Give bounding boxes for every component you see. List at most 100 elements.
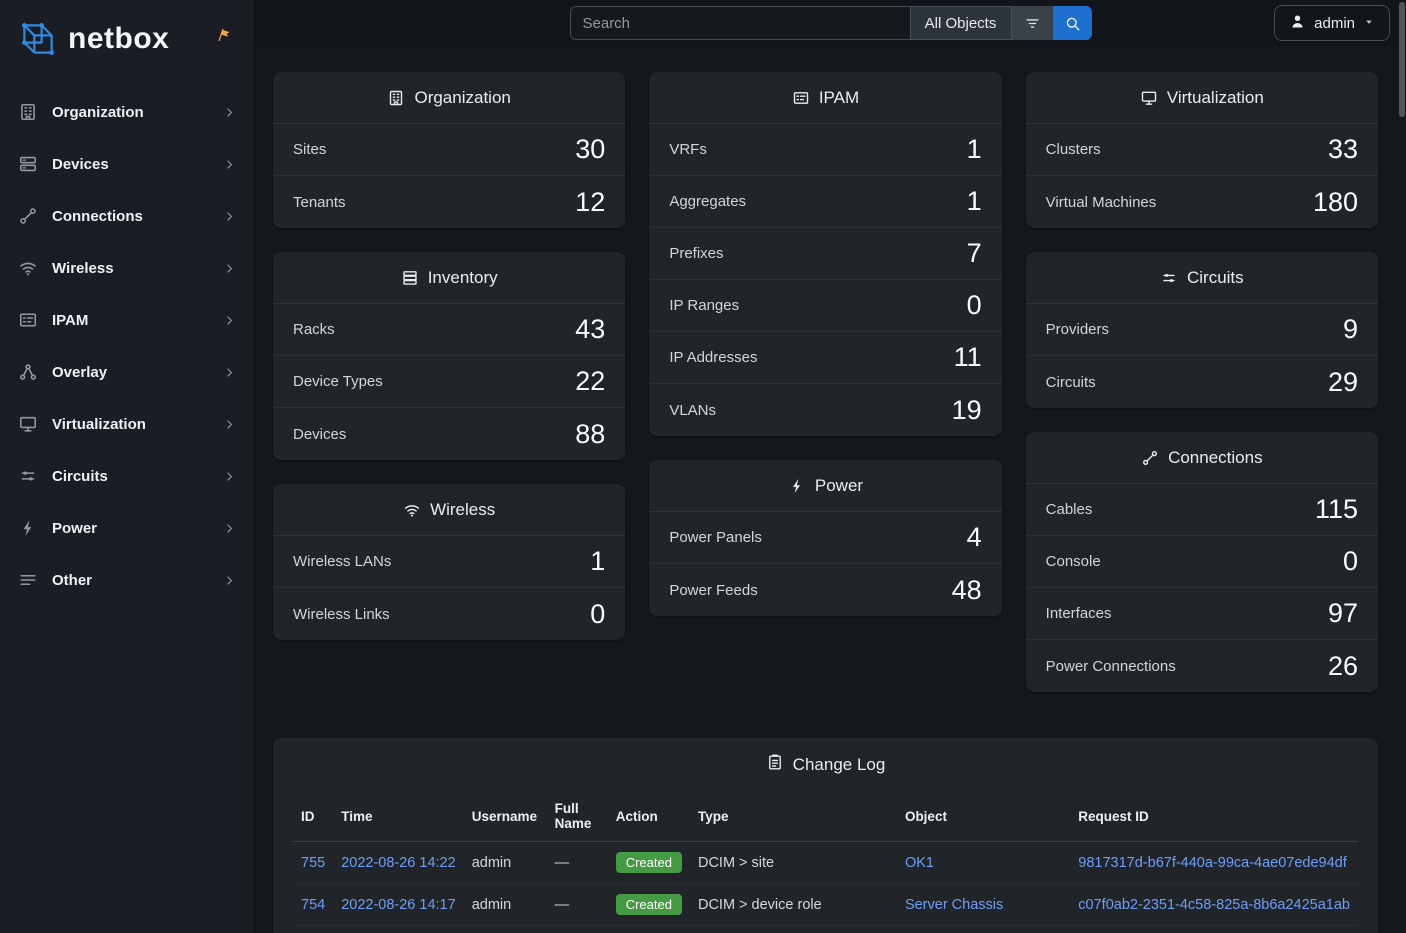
sidebar-item-wireless[interactable]: Wireless (0, 242, 254, 294)
caret-down-icon (1363, 16, 1375, 28)
stat-value: 30 (575, 134, 605, 165)
changelog-icon (766, 753, 784, 771)
sidebar-item-connections[interactable]: Connections (0, 190, 254, 242)
col-object: Object (897, 793, 1070, 842)
sidebar-item-devices[interactable]: Devices (0, 138, 254, 190)
stat-row-power-feeds[interactable]: Power Feeds48 (649, 564, 1001, 616)
sidebar-item-label: Other (52, 572, 209, 589)
change-time-link[interactable]: 2022-08-26 14:17 (341, 897, 456, 913)
stat-row-device-types[interactable]: Device Types22 (273, 356, 625, 408)
change-request-id-link[interactable]: 9817317d-b67f-440a-99ca-4ae07ede94df (1078, 855, 1346, 871)
card-ipam: IPAMVRFs1Aggregates1Prefixes7IP Ranges0I… (649, 72, 1001, 436)
stat-row-vlans[interactable]: VLANs 19 (649, 384, 1001, 436)
stat-value: 26 (1328, 651, 1358, 682)
stat-row-wireless-lans[interactable]: Wireless LANs1 (273, 536, 625, 588)
dashboard-column-2: IPAMVRFs1Aggregates1Prefixes7IP Ranges0I… (649, 72, 1001, 692)
stat-row-vrfs[interactable]: VRFs 1 (649, 124, 1001, 176)
card-header-wireless: Wireless (273, 484, 625, 536)
stat-value: 11 (954, 342, 982, 373)
dashboard-columns: Organization Sites30Tenants12 Inventory Rac… (273, 72, 1378, 692)
connections-icon (18, 206, 38, 226)
stat-value: 19 (952, 395, 982, 426)
change-time-link[interactable]: 2022-08-26 14:22 (341, 855, 456, 871)
pin-icon[interactable] (213, 26, 235, 51)
stat-row-prefixes[interactable]: Prefixes7 (649, 228, 1001, 280)
ipam-icon (792, 89, 810, 107)
change-fullname: — (547, 884, 608, 926)
stat-value: 12 (575, 187, 605, 218)
change-object-link[interactable]: Server Chassis (905, 897, 1003, 913)
stat-row-clusters[interactable]: Clusters33 (1026, 124, 1378, 176)
stat-row-wireless-links[interactable]: Wireless Links0 (273, 588, 625, 640)
stat-row-sites[interactable]: Sites30 (273, 124, 625, 176)
filter-button[interactable] (1012, 6, 1053, 40)
sidebar-item-organization[interactable]: Organization (0, 86, 254, 138)
object-type-dropdown[interactable]: All Objects (910, 6, 1012, 40)
stat-row-providers[interactable]: Providers9 (1026, 304, 1378, 356)
devices-icon (18, 154, 38, 174)
card-title: Virtualization (1167, 87, 1264, 109)
stat-value: 0 (967, 290, 982, 321)
card-title: Power (815, 475, 863, 497)
stat-row-power-panels[interactable]: Power Panels4 (649, 512, 1001, 564)
stat-label: Circuits (1046, 374, 1096, 391)
stat-row-tenants[interactable]: Tenants12 (273, 176, 625, 228)
stat-label: VRFs (669, 141, 707, 158)
stat-row-devices[interactable]: Devices88 (273, 408, 625, 460)
sidebar-item-overlay[interactable]: Overlay (0, 346, 254, 398)
stat-value: 9 (1343, 314, 1358, 345)
sidebar-item-circuits[interactable]: Circuits (0, 450, 254, 502)
sidebar-item-ipam[interactable]: IPAM (0, 294, 254, 346)
chevron-right-icon (223, 262, 236, 275)
col-username: Username (464, 793, 547, 842)
card-title: Inventory (428, 267, 498, 289)
changelog-row: 7532022-08-26 14:15admin—CreatedDCIM > m… (293, 926, 1358, 933)
change-request-id-link[interactable]: c07f0ab2-2351-4c58-825a-8b6a2425a1ab (1078, 897, 1350, 913)
stat-row-ip-ranges[interactable]: IP Ranges0 (649, 280, 1001, 332)
sidebar-item-label: Power (52, 520, 209, 537)
virtualization-icon (1140, 89, 1158, 107)
stat-row-virtual-machines[interactable]: Virtual Machines180 (1026, 176, 1378, 228)
changelog-row: 7542022-08-26 14:17admin—CreatedDCIM > d… (293, 884, 1358, 926)
card-title: Organization (414, 87, 510, 109)
stat-row-interfaces[interactable]: Interfaces97 (1026, 588, 1378, 640)
action-badge: Created (616, 894, 682, 915)
user-menu-button[interactable]: admin (1274, 5, 1390, 41)
stat-row-power-connections[interactable]: Power Connections26 (1026, 640, 1378, 692)
change-username: admin (464, 884, 547, 926)
stat-value: 1 (967, 134, 982, 165)
stat-row-circuits[interactable]: Circuits29 (1026, 356, 1378, 408)
change-id-link[interactable]: 755 (301, 855, 325, 871)
dashboard-column-3: Virtualization Clusters33Virtual Machines… (1026, 72, 1378, 692)
stat-row-cables[interactable]: Cables115 (1026, 484, 1378, 536)
stat-row-aggregates[interactable]: Aggregates1 (649, 176, 1001, 228)
search-button[interactable] (1053, 6, 1092, 40)
change-object-link[interactable]: OK1 (905, 855, 934, 871)
person-icon (1289, 13, 1306, 30)
chevron-right-icon (223, 418, 236, 431)
scrollbar[interactable] (1399, 2, 1405, 117)
stat-label: VLANs (669, 402, 716, 419)
change-id-link[interactable]: 754 (301, 897, 325, 913)
stat-row-ip-addresses[interactable]: IP Addresses11 (649, 332, 1001, 384)
card-wireless: Wireless Wireless LANs1Wireless Links0 (273, 484, 625, 640)
sidebar-item-virtualization[interactable]: Virtualization (0, 398, 254, 450)
pin-icon (215, 26, 235, 46)
sidebar-item-power[interactable]: Power (0, 502, 254, 554)
stat-row-racks[interactable]: Racks43 (273, 304, 625, 356)
sidebar: netbox OrganizationDevicesConnections Wir… (0, 0, 255, 933)
stat-label: Device Types (293, 373, 383, 390)
sidebar-item-other[interactable]: Other (0, 554, 254, 606)
search-icon (1064, 15, 1081, 32)
card-title: Wireless (430, 499, 495, 521)
stat-value: 1 (590, 546, 605, 577)
wireless-icon (403, 501, 421, 519)
brand-name: netbox (68, 22, 169, 56)
stat-row-console[interactable]: Console0 (1026, 536, 1378, 588)
stat-label: Aggregates (669, 193, 746, 210)
search-input[interactable] (570, 6, 910, 40)
stat-label: Racks (293, 321, 335, 338)
stat-value: 97 (1328, 598, 1358, 629)
stat-label: Devices (293, 426, 346, 443)
sidebar-item-label: Wireless (52, 260, 209, 277)
